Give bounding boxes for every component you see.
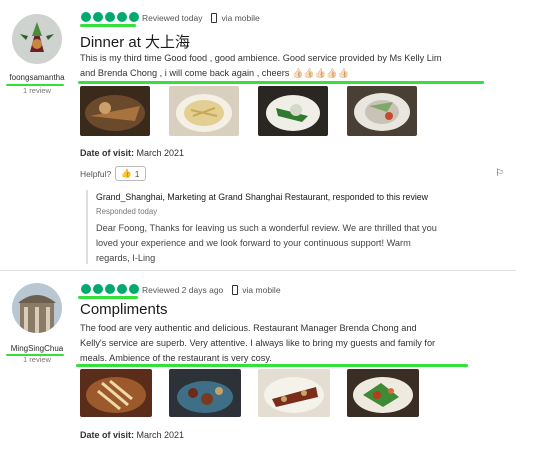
highlight-underline [76,364,468,367]
date-of-visit: Date of visit: March 2021 [80,148,184,158]
review-meta: Reviewed today via mobile [142,13,260,23]
response-body-line: regards, I-Ling [96,253,156,263]
reviewed-date: Reviewed today [142,13,203,23]
rating-bubble [117,284,127,294]
thumbs-up-icon: 👍 [121,168,132,178]
flag-icon[interactable]: ⚐ [495,168,504,179]
review-photo[interactable] [169,369,241,417]
helpful-row: Helpful? 👍 1 [80,166,146,181]
via-mobile: via mobile [242,285,281,295]
helpful-vote-button[interactable]: 👍 1 [115,166,146,181]
helpful-count: 1 [134,168,140,179]
rating-bubble [117,12,127,22]
date-of-visit-label: Date of visit: [80,430,135,440]
rating-bubble [105,284,115,294]
reviewer-name[interactable]: MingSingChua [4,344,70,353]
date-of-visit-value: March 2021 [136,148,185,158]
review-photo[interactable] [258,369,330,417]
review-title[interactable]: Compliments [80,301,168,318]
response-body-line: Dear Foong, Thanks for leaving us such a… [96,223,437,233]
review-body-line: This is my third time Good food , good a… [80,53,442,63]
rating-bubbles [81,12,139,22]
rating-bubbles [81,284,139,294]
via-mobile: via mobile [221,13,260,23]
rating-bubble [105,12,115,22]
rating-bubble [93,12,103,22]
rating-bubble [81,284,91,294]
rating-bubble [93,284,103,294]
review-meta: Reviewed 2 days ago via mobile [142,285,281,295]
review-body-line: and Brenda Chong , i will come back agai… [80,68,350,78]
response-body-line: loved your experience and we look forwar… [96,238,411,248]
mobile-phone-icon [211,13,218,23]
date-of-visit: Date of visit: March 2021 [80,430,184,440]
review-count: 1 review [23,355,51,364]
review-photo[interactable] [347,86,417,136]
review-count: 1 review [23,86,51,95]
review-title[interactable]: Dinner at 大上海 [80,31,190,52]
review-photo[interactable] [347,369,419,417]
reviewed-date: Reviewed 2 days ago [142,285,224,295]
rating-bubble [129,12,139,22]
review-photo[interactable] [169,86,239,136]
review-photo[interactable] [258,86,328,136]
helpful-label: Helpful? [80,168,112,179]
highlight-underline [78,81,484,84]
rating-bubble [129,284,139,294]
avatar[interactable] [12,14,62,64]
review-divider [0,270,516,271]
review-body-line: The food are very authentic and deliciou… [80,323,417,333]
date-of-visit-value: March 2021 [136,430,185,440]
date-of-visit-label: Date of visit: [80,148,135,158]
rating-bubble [81,12,91,22]
review-photo[interactable] [80,86,150,136]
highlight-underline [78,296,138,299]
avatar[interactable] [12,283,62,333]
response-header: Grand_Shanghai, Marketing at Grand Shang… [96,192,429,202]
review-body-line: Kelly's service are superb. Very attenti… [80,338,436,348]
response-date: Responded today [96,207,158,216]
highlight-underline [80,24,136,27]
mobile-phone-icon [232,285,239,295]
reviewer-name[interactable]: foongsamantha [4,73,70,82]
review-photo[interactable] [80,369,152,417]
